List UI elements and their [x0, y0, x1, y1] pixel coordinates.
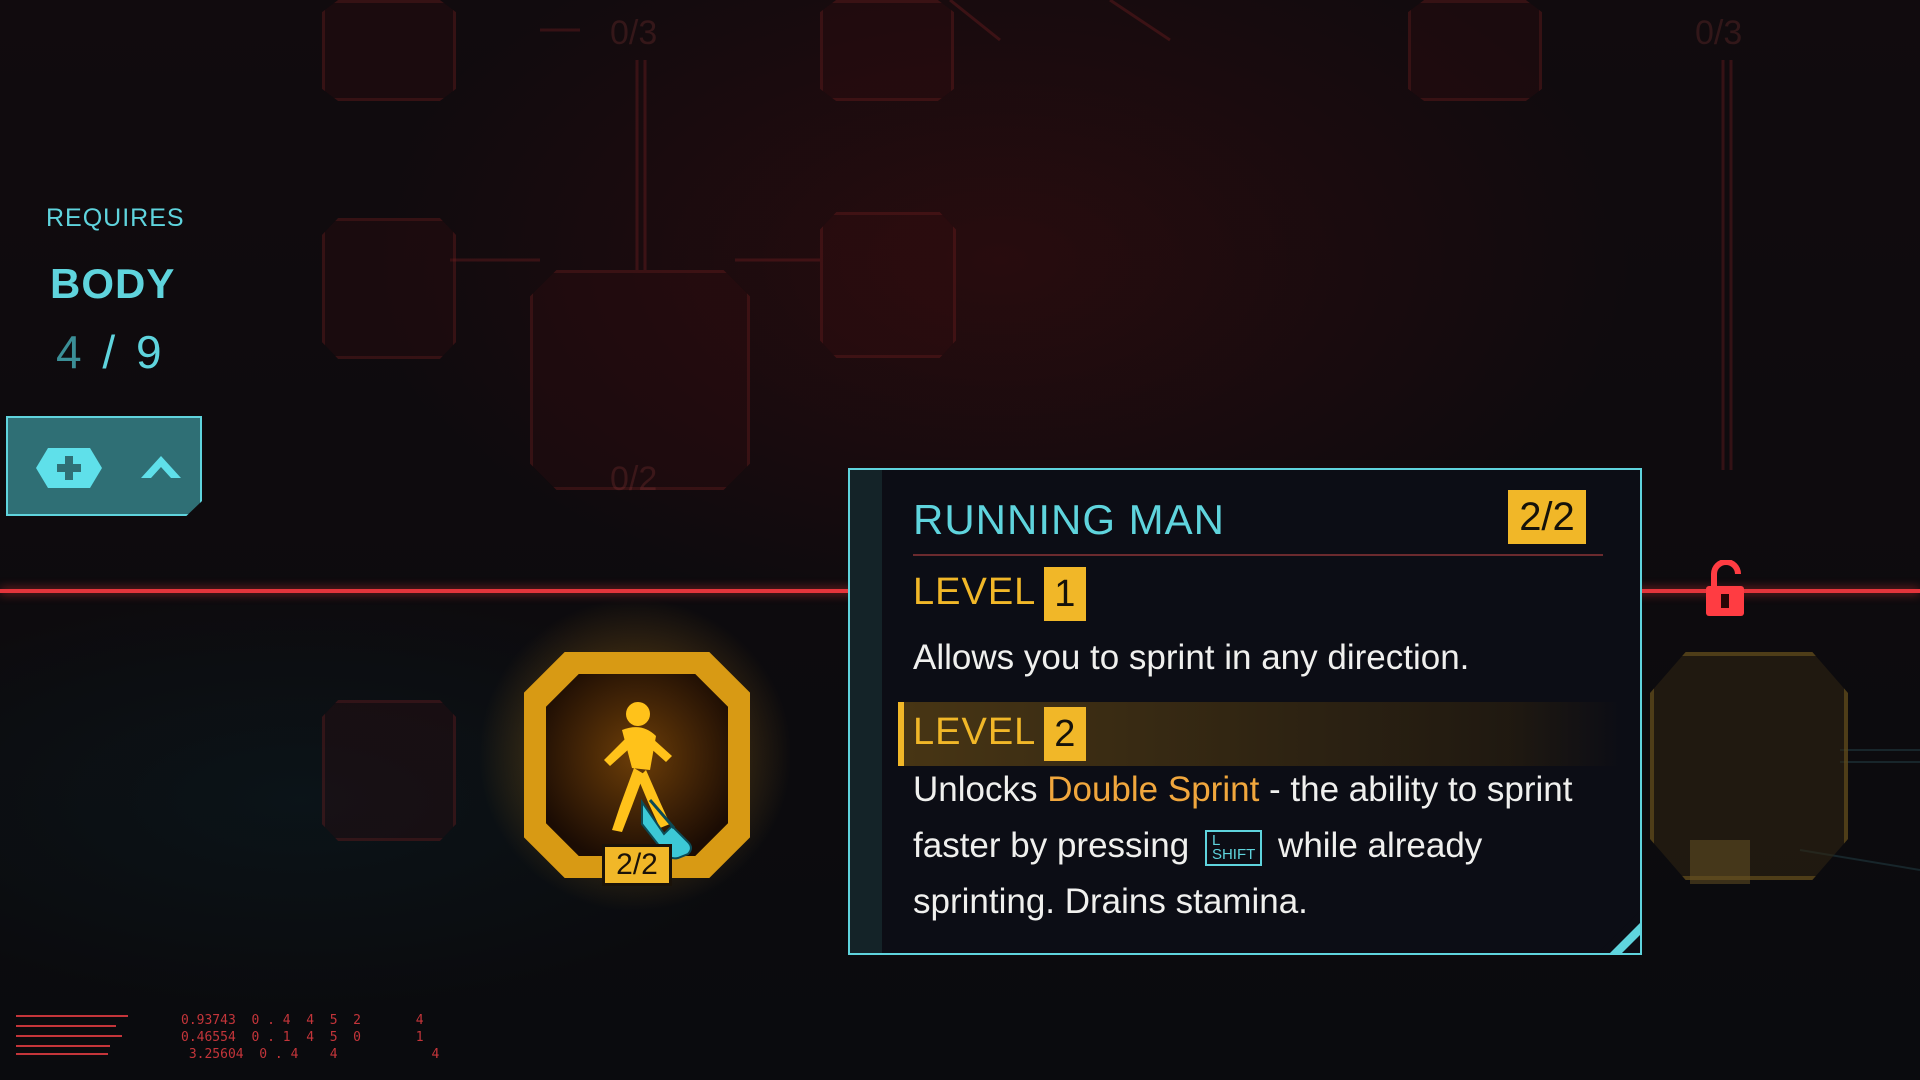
locked-perk-node[interactable]	[1408, 0, 1542, 101]
upgrade-attribute-button[interactable]	[6, 416, 202, 516]
locked-perk-node[interactable]	[322, 218, 456, 359]
attribute-max: 9	[135, 326, 166, 378]
node-progress-label: 0/3	[1695, 14, 1743, 52]
attribute-name: BODY	[50, 260, 176, 307]
perk-level-badge: 2/2	[602, 844, 672, 886]
level-number: 2	[1044, 707, 1087, 761]
level-1-header: LEVEL 1	[913, 567, 1087, 621]
desc-text: Unlocks	[913, 770, 1048, 809]
node-progress-label: 0/3	[610, 14, 658, 52]
attribute-current: 4	[56, 326, 86, 378]
locked-perk-node[interactable]	[530, 270, 750, 490]
locked-perk-node[interactable]	[820, 212, 956, 358]
tooltip-side-bar	[850, 470, 882, 953]
locked-perk-node[interactable]	[820, 0, 954, 101]
level-label: LEVEL	[913, 711, 1037, 754]
perk-tooltip: RUNNING MAN 2/2 LEVEL 1 Allows you to spr…	[848, 468, 1642, 955]
tooltip-corner-accent	[1598, 911, 1640, 953]
double-sprint-highlight: Double Sprint	[1047, 770, 1260, 809]
level-2-header: LEVEL 2	[913, 707, 1087, 761]
level-number: 1	[1044, 567, 1087, 621]
key-bottom-label: SHIFT	[1211, 845, 1256, 863]
locked-perk-node[interactable]	[322, 700, 456, 841]
requires-label: REQUIRES	[46, 204, 185, 232]
level-1-description: Allows you to sprint in any direction.	[913, 638, 1470, 677]
title-divider	[913, 554, 1603, 556]
level-label: LEVEL	[913, 571, 1037, 614]
shift-key-icon: L SHIFT	[1204, 829, 1263, 866]
attribute-separator: /	[85, 326, 136, 378]
perk-node-badge	[1690, 840, 1750, 884]
node-progress-label: 0/2	[610, 460, 658, 498]
scrambled-code-text	[16, 1015, 128, 1055]
perk-level-counter: 2/2	[1508, 490, 1586, 544]
perk-title: RUNNING MAN	[913, 496, 1225, 543]
debug-numbers: 0.93743 0 . 4 4 5 2 4 0.46554 0 . 1 4 5 …	[181, 1013, 440, 1062]
chevron-up-icon	[141, 456, 181, 478]
locked-perk-node[interactable]	[322, 0, 456, 101]
level-2-description: Unlocks Double Sprint - the ability to s…	[913, 762, 1613, 930]
gamepad-plus-icon	[36, 448, 102, 488]
unlocked-padlock-icon	[1706, 560, 1744, 616]
attribute-value: 4 / 9	[56, 325, 166, 379]
